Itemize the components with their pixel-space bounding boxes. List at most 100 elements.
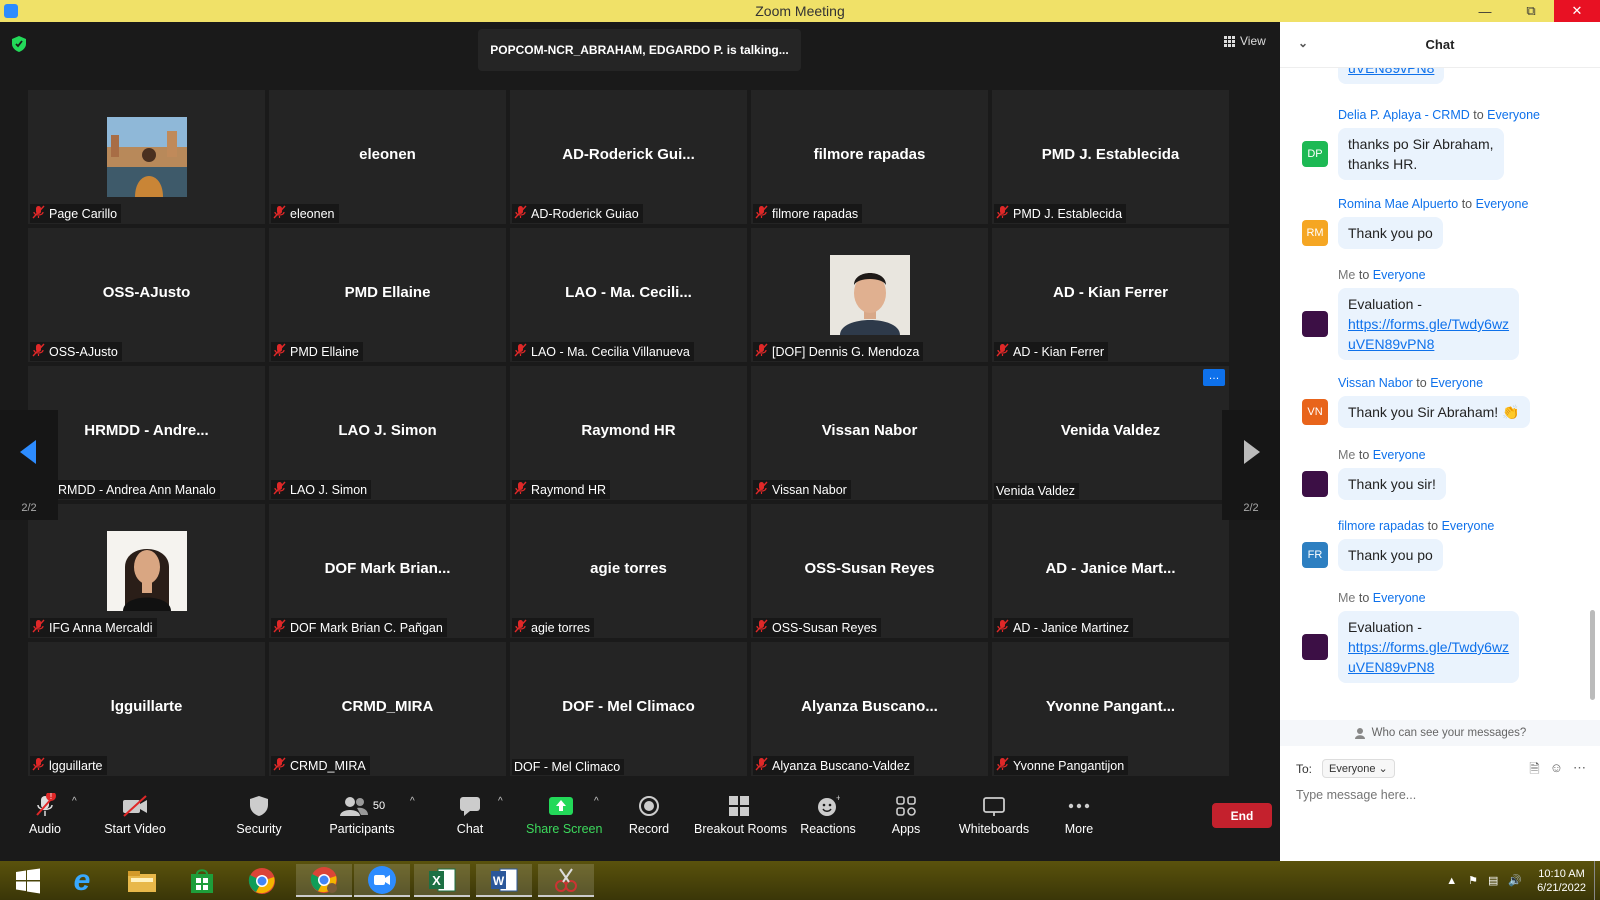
file-icon[interactable]: 🗎 (1529, 760, 1539, 782)
participants-options-caret-icon[interactable]: ^ (410, 796, 415, 807)
video-tile[interactable]: [DOF] Dennis G. Mendoza (751, 228, 988, 362)
collapse-chevron-icon[interactable]: ⌄ (1298, 36, 1308, 50)
previous-page-button[interactable]: 2/2 (0, 410, 58, 520)
chat-options-caret-icon[interactable]: ^ (498, 796, 503, 807)
next-page-button[interactable]: 2/2 (1222, 410, 1280, 520)
evaluation-link[interactable]: https://forms.gle/Twdy6wz (1348, 639, 1509, 655)
security-button[interactable]: Security (230, 792, 288, 836)
share-options-caret-icon[interactable]: ^ (594, 796, 599, 807)
evaluation-link[interactable]: uVEN89vPN8 (1348, 336, 1434, 352)
video-tile[interactable]: PMD Ellaine PMD Ellaine (269, 228, 506, 362)
video-tile[interactable]: Vissan Nabor Vissan Nabor (751, 366, 988, 500)
video-tile[interactable]: Page Carillo (28, 90, 265, 224)
volume-icon[interactable]: 🔊 (1503, 874, 1527, 887)
show-desktop-button[interactable] (1594, 861, 1600, 900)
store-icon[interactable] (174, 864, 230, 897)
who-can-see-messages-link[interactable]: Who can see your messages? (1280, 720, 1600, 746)
apps-button[interactable]: Apps (888, 792, 924, 836)
excel-icon[interactable]: X (414, 864, 470, 897)
muted-mic-icon (514, 343, 527, 360)
message-sender: Delia P. Aplaya - CRMD to Everyone (1338, 108, 1540, 122)
emoji-icon[interactable]: ☺ (1550, 760, 1563, 782)
audio-button[interactable]: ! Audio (24, 792, 66, 836)
reactions-button[interactable]: + Reactions (800, 792, 856, 836)
muted-mic-icon (273, 343, 286, 360)
show-hidden-icons-icon[interactable]: ▲ (1440, 875, 1463, 887)
evaluation-link[interactable]: uVEN89vPN8 (1348, 68, 1434, 76)
video-tile[interactable]: OSS-Susan Reyes OSS-Susan Reyes (751, 504, 988, 638)
close-button[interactable]: ✕ (1554, 0, 1600, 22)
video-tile[interactable]: AD - Kian Ferrer AD - Kian Ferrer (992, 228, 1229, 362)
chrome-profile-icon[interactable] (296, 864, 352, 897)
video-tile[interactable]: LAO - Ma. Cecili... LAO - Ma. Cecilia Vil… (510, 228, 747, 362)
participant-display-name: agie torres (590, 560, 667, 577)
restore-button[interactable]: ⧉ (1508, 0, 1554, 22)
end-meeting-button[interactable]: End (1212, 803, 1272, 828)
message-recipient[interactable]: Everyone (1373, 268, 1426, 282)
security-shield-icon (250, 796, 268, 816)
start-button[interactable] (0, 864, 56, 897)
video-tile[interactable]: Alyanza Buscano... Alyanza Buscano-Valdez (751, 642, 988, 776)
word-icon[interactable]: W (476, 864, 532, 897)
video-tile[interactable]: LAO J. Simon LAO J. Simon (269, 366, 506, 500)
chat-message-list[interactable]: uVEN89vPN8 Delia P. Aplaya - CRMD to Eve… (1280, 68, 1600, 718)
message-recipient[interactable]: Everyone (1373, 448, 1426, 462)
recipient-dropdown[interactable]: Everyone ⌄ (1322, 759, 1395, 778)
file-explorer-icon[interactable] (114, 864, 170, 897)
share-screen-button[interactable]: Share Screen (526, 792, 602, 836)
evaluation-link[interactable]: https://forms.gle/Twdy6wz (1348, 316, 1509, 332)
avatar: RM (1302, 220, 1328, 246)
participant-display-name: PMD Ellaine (344, 284, 431, 301)
message-recipient[interactable]: Everyone (1476, 197, 1529, 211)
video-tile[interactable]: DOF - Mel Climaco DOF - Mel Climaco (510, 642, 747, 776)
video-tile[interactable]: AD-Roderick Gui... AD-Roderick Guiao (510, 90, 747, 224)
view-button[interactable]: View (1224, 34, 1266, 48)
zoom-taskbar-icon[interactable] (354, 864, 410, 897)
encryption-shield-icon[interactable] (12, 36, 26, 52)
video-tile[interactable]: CRMD_MIRA CRMD_MIRA (269, 642, 506, 776)
video-tile[interactable]: filmore rapadas filmore rapadas (751, 90, 988, 224)
video-tile[interactable]: eleonen eleonen (269, 90, 506, 224)
chrome-icon[interactable] (234, 864, 290, 897)
message-recipient[interactable]: Everyone (1430, 376, 1483, 390)
message-sender: filmore rapadas to Everyone (1338, 519, 1495, 533)
minimize-button[interactable]: — (1462, 0, 1508, 22)
whiteboards-button[interactable]: Whiteboards (958, 792, 1030, 836)
video-tile[interactable]: DOF Mark Brian... DOF Mark Brian C. Pañga… (269, 504, 506, 638)
chat-message-input[interactable] (1296, 788, 1586, 802)
clock[interactable]: 10:10 AM 6/21/2022 (1527, 867, 1594, 895)
video-tile[interactable]: AD - Janice Mart... AD - Janice Martinez (992, 504, 1229, 638)
video-tile[interactable]: lgguillarte lgguillarte (28, 642, 265, 776)
internet-explorer-icon[interactable]: e (54, 864, 110, 897)
video-tile[interactable]: PMD J. Establecida PMD J. Establecida (992, 90, 1229, 224)
microphone-muted-icon: ! (36, 793, 56, 816)
video-tile[interactable]: HRMDD - Andre... HRMDD - Andrea Ann Manal… (28, 366, 265, 500)
video-tile[interactable]: Raymond HR Raymond HR (510, 366, 747, 500)
video-tile[interactable]: Venida Valdez Venida Valdez… (992, 366, 1229, 500)
tile-more-options-button[interactable]: … (1203, 369, 1225, 386)
more-button[interactable]: More (1062, 792, 1096, 836)
video-tile[interactable]: IFG Anna Mercaldi (28, 504, 265, 638)
message-recipient[interactable]: Everyone (1487, 108, 1540, 122)
chat-button[interactable]: Chat (452, 792, 488, 836)
chat-scrollbar[interactable] (1590, 610, 1595, 700)
breakout-rooms-button[interactable]: Breakout Rooms (694, 792, 787, 836)
audio-options-caret-icon[interactable]: ^ (72, 796, 77, 807)
record-button[interactable]: Record (626, 792, 672, 836)
snipping-tool-icon[interactable] (538, 864, 594, 897)
message-recipient[interactable]: Everyone (1373, 591, 1426, 605)
start-video-button[interactable]: Start Video (102, 792, 168, 836)
arrow-right-icon (1244, 440, 1260, 464)
network-icon[interactable]: ▤ (1483, 874, 1503, 887)
video-tile[interactable]: Yvonne Pangant... Yvonne Pangantijon (992, 642, 1229, 776)
video-tile[interactable]: agie torres agie torres (510, 504, 747, 638)
message-recipient[interactable]: Everyone (1442, 519, 1495, 533)
flag-icon[interactable]: ⚑ (1463, 874, 1483, 887)
evaluation-link[interactable]: uVEN89vPN8 (1348, 659, 1434, 675)
more-options-icon[interactable]: ⋯ (1573, 760, 1586, 782)
participants-button[interactable]: 50 Participants (326, 792, 398, 836)
video-tile[interactable]: OSS-AJusto OSS-AJusto (28, 228, 265, 362)
zoom-app-icon (4, 4, 18, 18)
windows-taskbar: e X W ▲ ⚑ ▤ 🔊 10:10 AM 6/21/2022 (0, 861, 1600, 900)
message-bubble: Thank you Sir Abraham! 👏 (1338, 396, 1530, 428)
